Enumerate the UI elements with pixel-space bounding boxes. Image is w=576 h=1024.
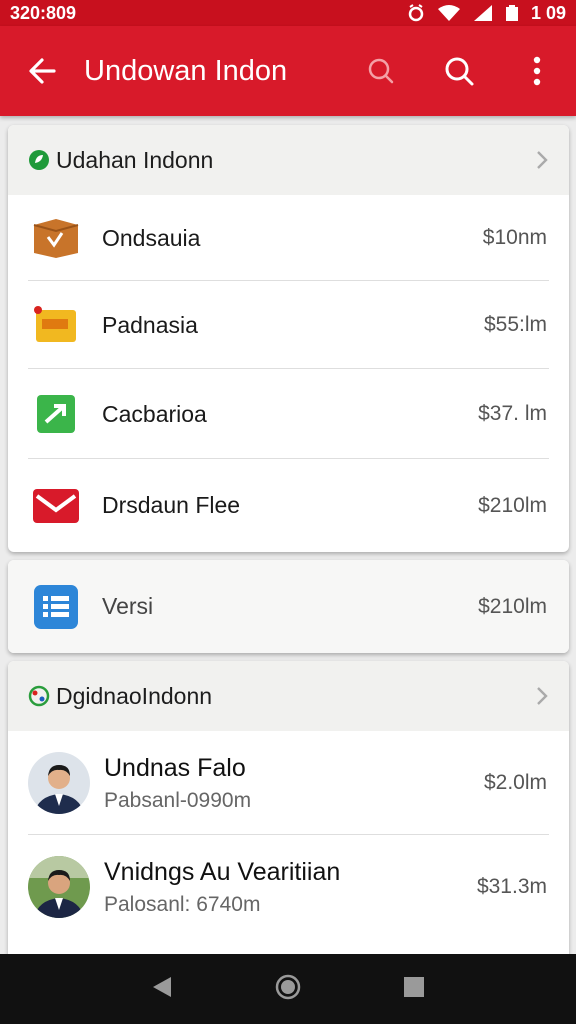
search-icon (445, 57, 474, 86)
app-bar: Undowan Indon (0, 26, 576, 116)
green-arrow-icon (28, 390, 84, 438)
person-name: Vnidngs Au Vearitiian (104, 857, 341, 886)
globe-icon (28, 685, 50, 707)
item-price: $10nm (482, 226, 547, 249)
item-label: Ondsauia (102, 224, 201, 251)
item-price: $210lm (478, 594, 547, 618)
system-nav-bar (0, 954, 576, 1024)
signal-icon (473, 5, 492, 21)
search-button[interactable] (420, 55, 498, 87)
search-icon (368, 58, 394, 84)
back-arrow-icon (29, 58, 56, 84)
nav-home-button[interactable] (274, 973, 302, 1006)
chevron-right-icon (537, 151, 548, 169)
item-label: Padnasia (102, 311, 198, 338)
leaf-badge-icon (28, 149, 50, 171)
item-price: $55:lm (483, 313, 547, 336)
item-price: $2.0lm (483, 771, 547, 794)
section-title: DgidnaoIndonn (56, 682, 213, 709)
red-envelope-icon (28, 482, 84, 530)
tag-box-icon (28, 301, 84, 349)
back-button[interactable] (0, 56, 84, 86)
status-bar: 320:809 1 09 (0, 0, 576, 26)
blue-list-icon (28, 583, 84, 631)
section-header-3[interactable]: DgidnaoIndonn (8, 661, 569, 731)
section-card-1: Udahan Indonn Ondsauia $10nm Padnasia $5… (8, 125, 569, 552)
alarm-icon (408, 4, 424, 22)
status-time: 320:809 (10, 2, 77, 23)
item-price: $31.3m (476, 875, 547, 898)
section-title: Udahan Indonn (56, 146, 214, 173)
app-title: Undowan Indon (84, 54, 288, 87)
nav-back-button[interactable] (151, 975, 173, 1004)
section-card-2: Versi $210lm (8, 560, 569, 653)
list-item[interactable]: Undnas Falo Pabsanl-0990m $2.0lm (8, 731, 569, 835)
list-item[interactable]: Ondsauia $10nm (8, 195, 569, 281)
wifi-icon (437, 5, 460, 21)
avatar (28, 752, 90, 814)
person-subtitle: Palosanl: 6740m (104, 892, 261, 916)
list-item[interactable]: Cacbarioa $37. lm (8, 369, 569, 459)
list-item[interactable]: Vnidngs Au Vearitiian Palosanl: 6740m $3… (8, 835, 569, 939)
item-label: Drsdaun Flee (102, 492, 241, 518)
section-header-1[interactable]: Udahan Indonn (8, 125, 569, 195)
search-button-secondary[interactable] (342, 56, 420, 86)
item-price: $37. lm (478, 402, 547, 425)
package-box-icon (28, 214, 84, 262)
list-item[interactable]: Drsdaun Flee $210lm (8, 459, 569, 552)
square-recents-icon (404, 976, 425, 997)
triangle-back-icon (152, 976, 171, 997)
overflow-menu-button[interactable] (498, 56, 576, 86)
nav-recents-button[interactable] (403, 976, 425, 1003)
person-name: Undnas Falo (104, 753, 246, 782)
section-card-3: DgidnaoIndonn Undnas Falo Pabsanl-0990m … (8, 661, 569, 961)
list-item[interactable]: Padnasia $55:lm (8, 281, 569, 369)
battery-icon (505, 5, 518, 21)
item-label: Cacbarioa (102, 400, 207, 427)
item-price: $210lm (478, 493, 547, 517)
chevron-right-icon (537, 687, 548, 705)
status-icons: 1 09 (407, 3, 566, 24)
person-subtitle: Pabsanl-0990m (104, 788, 252, 812)
item-label: Versi (102, 593, 154, 619)
list-item[interactable]: Versi $210lm (8, 560, 569, 653)
more-vertical-icon (533, 56, 541, 86)
avatar (28, 856, 90, 918)
status-clock: 1 09 (530, 2, 566, 23)
circle-home-icon (275, 974, 301, 999)
